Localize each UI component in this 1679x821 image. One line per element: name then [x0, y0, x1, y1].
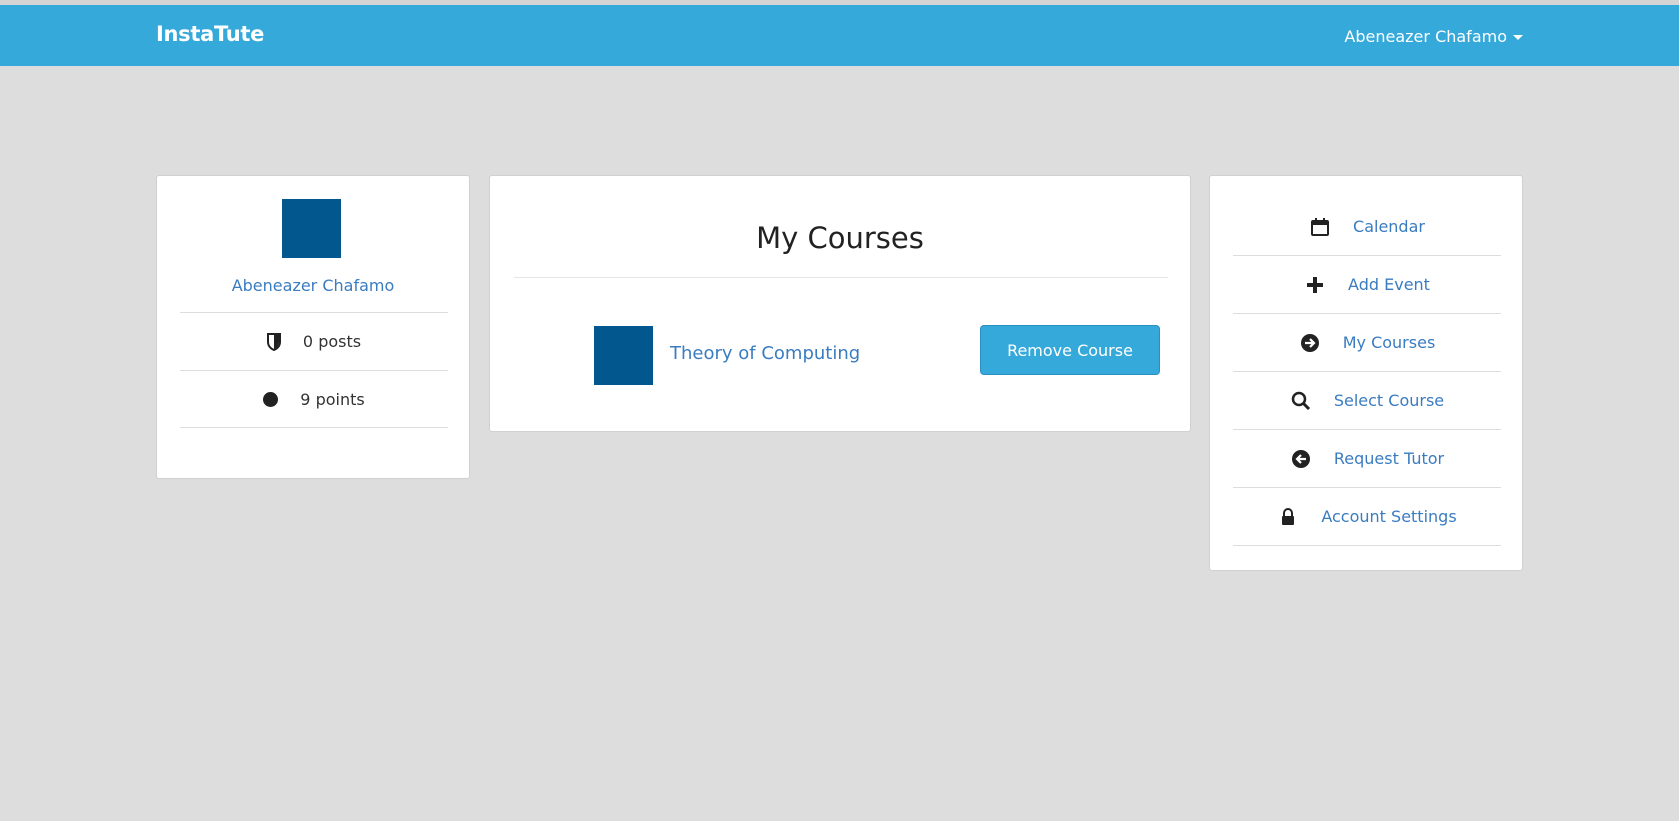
- course-thumbnail: [594, 326, 653, 385]
- menu-item-request-tutor[interactable]: Request Tutor: [1233, 430, 1501, 488]
- plus-icon: [1304, 274, 1326, 296]
- divider: [514, 277, 1168, 278]
- avatar: [282, 199, 341, 258]
- menu-item-account-settings[interactable]: Account Settings: [1233, 488, 1501, 546]
- profile-card: Abeneazer Chafamo 0 posts 9 points: [156, 175, 470, 479]
- arrow-left-circle-icon: [1290, 448, 1312, 470]
- posts-stat: 0 posts: [180, 312, 448, 370]
- lock-icon: [1277, 506, 1299, 528]
- search-icon: [1290, 390, 1312, 412]
- menu-item-label: Select Course: [1333, 391, 1445, 410]
- user-menu-name: Abeneazer Chafamo: [1344, 27, 1507, 46]
- shield-icon: [266, 332, 281, 351]
- side-menu-card: Calendar Add Event My Courses Select Cou…: [1209, 175, 1523, 571]
- course-link[interactable]: Theory of Computing: [670, 343, 860, 364]
- arrow-right-circle-icon: [1299, 332, 1321, 354]
- user-menu-dropdown[interactable]: Abeneazer Chafamo: [1344, 27, 1523, 46]
- menu-item-label: Request Tutor: [1333, 449, 1445, 468]
- my-courses-card: My Courses Theory of Computing Remove Co…: [489, 175, 1191, 432]
- menu-item-select-course[interactable]: Select Course: [1233, 372, 1501, 430]
- brand-logo[interactable]: InstaTute: [156, 22, 264, 46]
- menu-item-label: Account Settings: [1321, 507, 1457, 526]
- remove-course-button[interactable]: Remove Course: [980, 325, 1160, 375]
- menu-item-my-courses[interactable]: My Courses: [1233, 314, 1501, 372]
- menu-item-add-event[interactable]: Add Event: [1233, 256, 1501, 314]
- navbar: InstaTute Abeneazer Chafamo: [0, 5, 1679, 66]
- points-count: 9 points: [300, 389, 365, 409]
- profile-name-link[interactable]: Abeneazer Chafamo: [157, 276, 469, 295]
- caret-down-icon: [1513, 35, 1523, 40]
- menu-item-label: My Courses: [1342, 333, 1436, 352]
- page-title: My Courses: [756, 221, 924, 255]
- circle-icon: [263, 391, 279, 407]
- posts-count: 0 posts: [302, 332, 362, 351]
- menu-item-label: Calendar: [1353, 217, 1425, 236]
- calendar-icon: [1309, 216, 1331, 238]
- points-stat: 9 points: [180, 370, 448, 428]
- menu-item-calendar[interactable]: Calendar: [1233, 198, 1501, 256]
- menu-item-label: Add Event: [1348, 275, 1430, 294]
